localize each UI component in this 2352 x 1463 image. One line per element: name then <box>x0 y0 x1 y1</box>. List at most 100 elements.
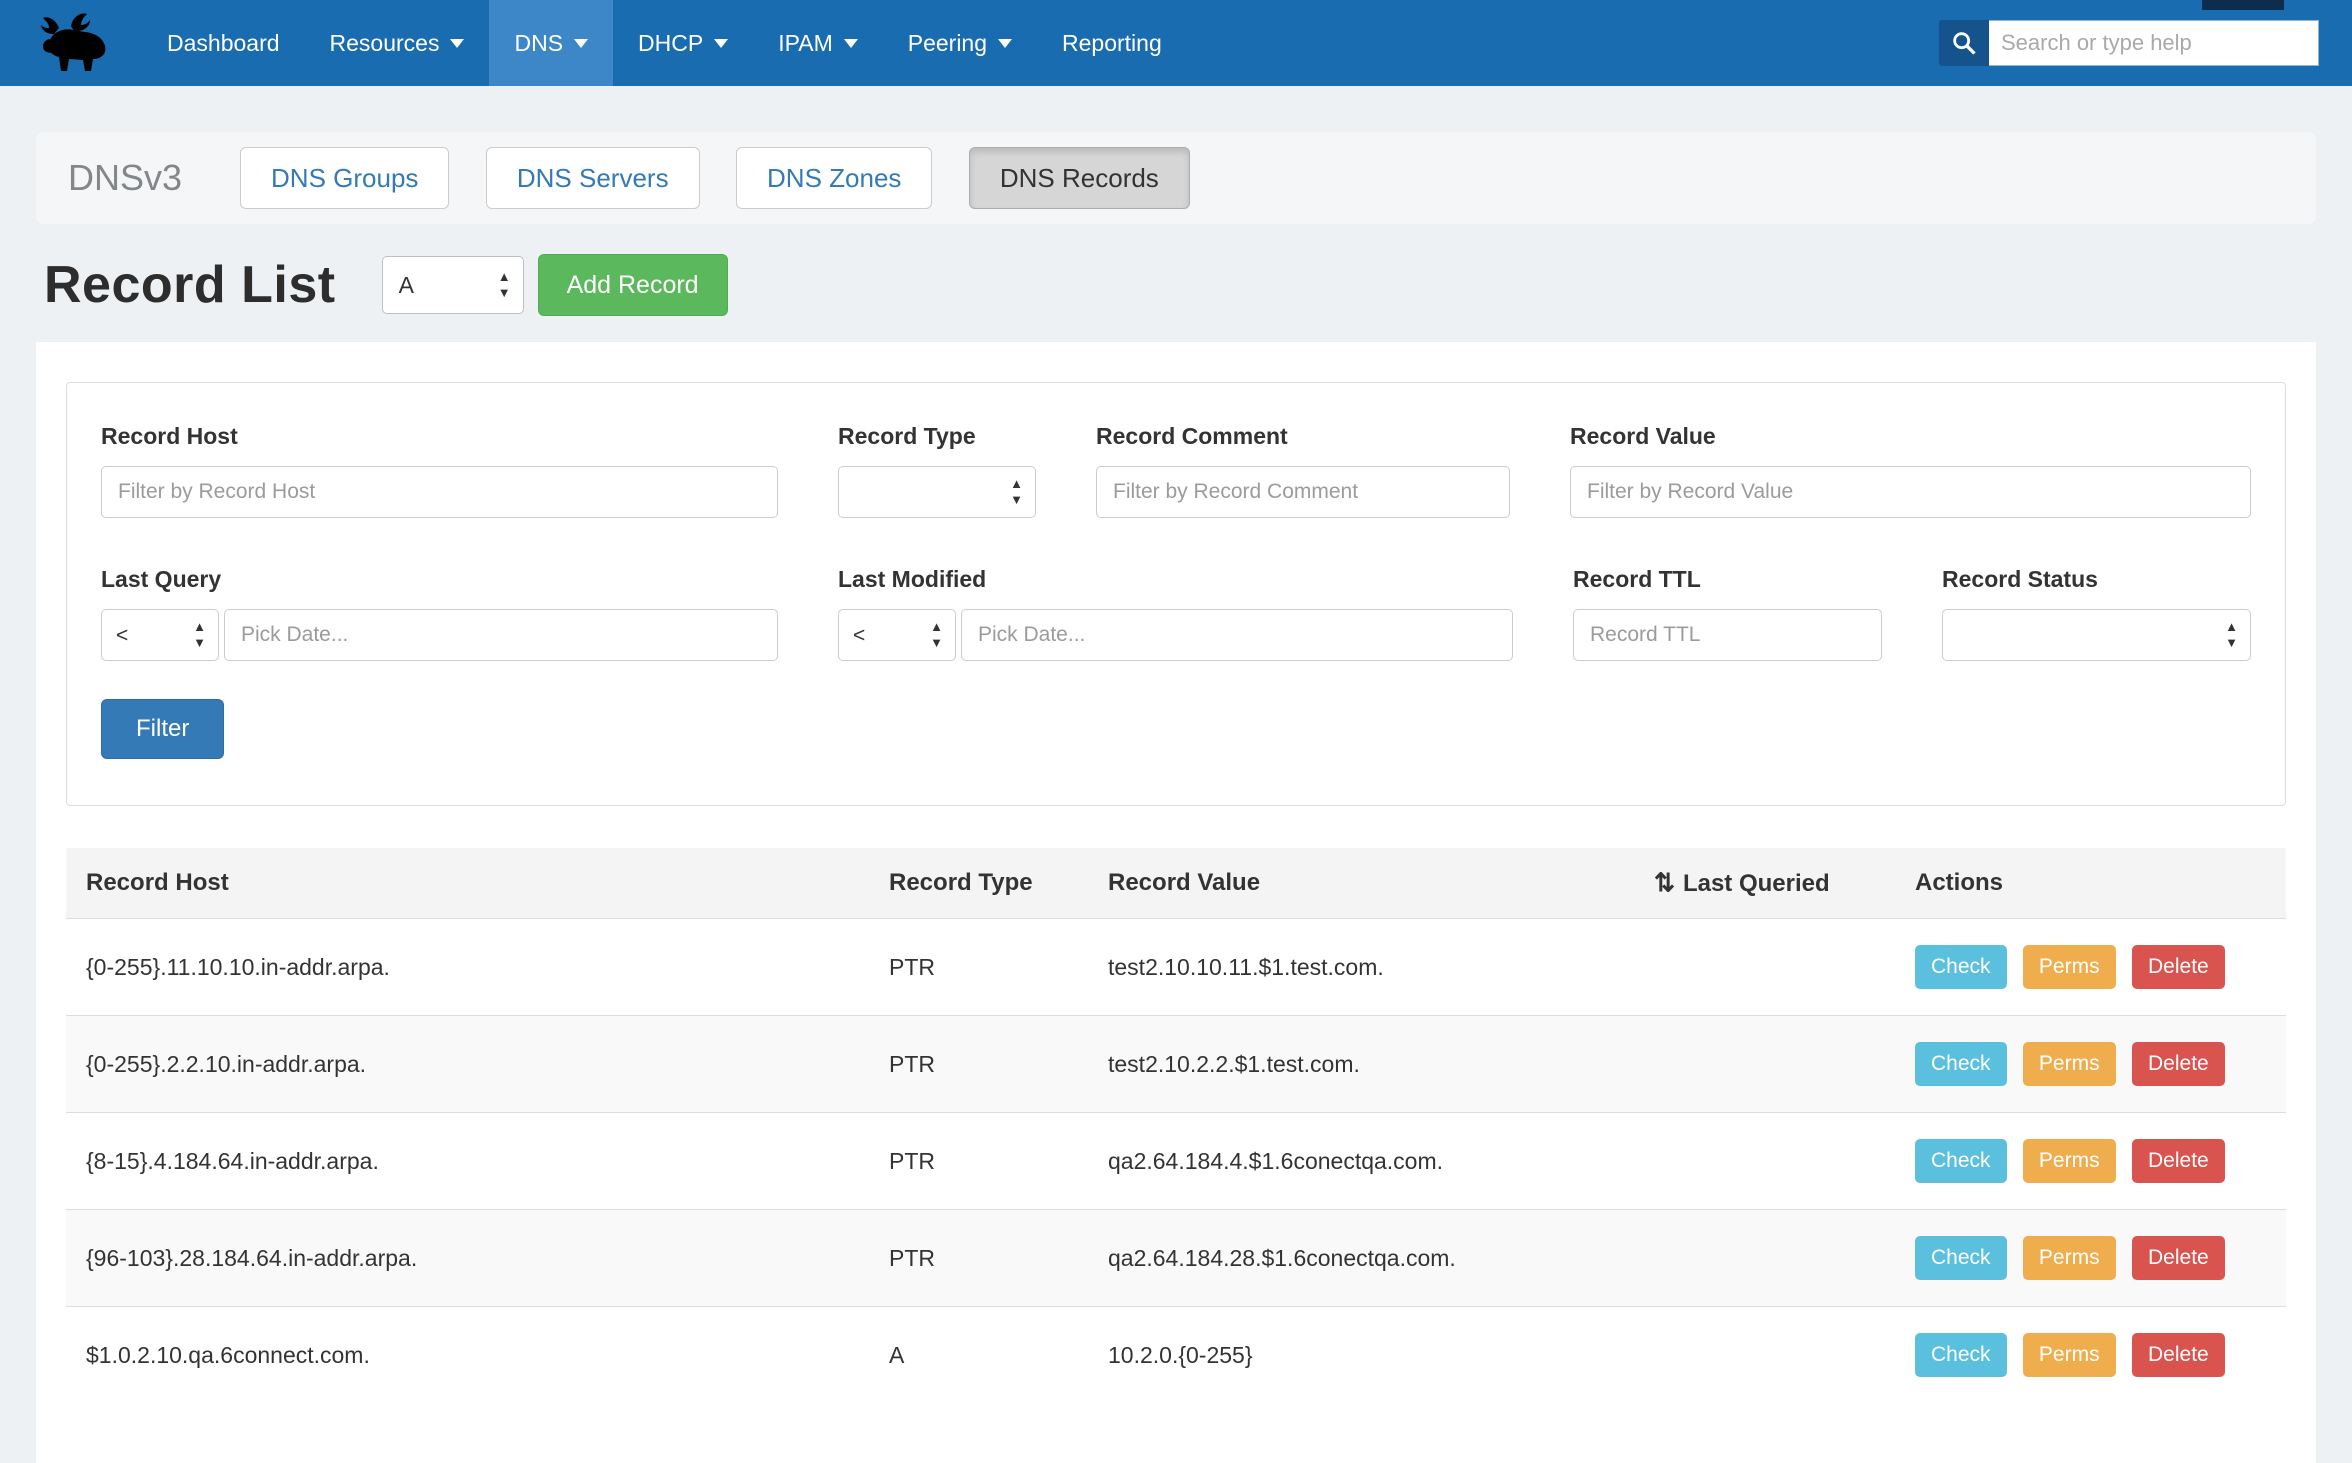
record-status-label: Record Status <box>1942 566 2251 593</box>
caret-down-icon <box>714 39 728 48</box>
tab-dns-zones[interactable]: DNS Zones <box>736 147 932 209</box>
table-header-row: Record Host Record Type Record Value ⇅La… <box>66 848 2286 919</box>
search-icon <box>1950 29 1978 57</box>
perms-button[interactable]: Perms <box>2023 1042 2116 1086</box>
table-row: $1.0.2.10.qa.6connect.com. A 10.2.0.{0-2… <box>66 1307 2286 1404</box>
add-record-button[interactable]: Add Record <box>538 254 728 316</box>
delete-button[interactable]: Delete <box>2132 1236 2225 1280</box>
last-query-op-select[interactable]: < <box>101 609 219 661</box>
dns-tabs: DNS Groups DNS Servers DNS Zones DNS Rec… <box>240 147 1222 209</box>
last-query-op-wrap: < <box>101 609 219 661</box>
record-comment-label: Record Comment <box>1096 423 1510 450</box>
col-last-queried[interactable]: ⇅Last Queried <box>1638 848 1899 919</box>
record-status-wrap <box>1942 609 2251 661</box>
col-record-value: Record Value <box>1092 848 1638 919</box>
sort-icon[interactable]: ⇅ <box>1654 869 1675 897</box>
last-modified-op-wrap: < <box>838 609 956 661</box>
col-record-type: Record Type <box>873 848 1092 919</box>
delete-button[interactable]: Delete <box>2132 1042 2225 1086</box>
record-value-cell: 10.2.0.{0-255} <box>1092 1307 1638 1404</box>
record-host-cell: {8-15}.4.184.64.in-addr.arpa. <box>66 1113 873 1210</box>
moose-logo-icon <box>40 12 112 74</box>
last-modified-date-input[interactable] <box>961 609 1513 661</box>
nav-item-resources[interactable]: Resources <box>305 0 490 86</box>
page-title: Record List <box>44 255 336 315</box>
last-modified-op-select[interactable]: < <box>838 609 956 661</box>
search-area <box>1939 0 2352 86</box>
nav-item-peering[interactable]: Peering <box>883 0 1037 86</box>
record-type-cell: PTR <box>873 1113 1092 1210</box>
record-host-cell: $1.0.2.10.qa.6connect.com. <box>66 1307 873 1404</box>
caret-down-icon <box>574 39 588 48</box>
perms-button[interactable]: Perms <box>2023 945 2116 989</box>
table-row: {0-255}.2.2.10.in-addr.arpa. PTR test2.1… <box>66 1016 2286 1113</box>
record-status-select[interactable] <box>1942 609 2251 661</box>
tab-dns-records[interactable]: DNS Records <box>969 147 1190 209</box>
last-queried-cell <box>1638 919 1899 1016</box>
perms-button[interactable]: Perms <box>2023 1333 2116 1377</box>
record-value-cell: qa2.64.184.28.$1.6conectqa.com. <box>1092 1210 1638 1307</box>
actions-cell: Check Perms Delete <box>1899 1210 2286 1307</box>
perms-button[interactable]: Perms <box>2023 1139 2116 1183</box>
search-button[interactable] <box>1939 20 1989 66</box>
last-queried-cell <box>1638 1210 1899 1307</box>
content-sheet: Record Host Record Type Record Comment R… <box>36 342 2316 1463</box>
app-logo[interactable] <box>0 0 142 86</box>
actions-cell: Check Perms Delete <box>1899 1016 2286 1113</box>
record-value-cell: test2.10.2.2.$1.test.com. <box>1092 1016 1638 1113</box>
record-host-cell: {96-103}.28.184.64.in-addr.arpa. <box>66 1210 873 1307</box>
nav-item-ipam[interactable]: IPAM <box>753 0 883 86</box>
last-queried-cell <box>1638 1113 1899 1210</box>
record-host-label: Record Host <box>101 423 778 450</box>
delete-button[interactable]: Delete <box>2132 1139 2225 1183</box>
last-query-label: Last Query <box>101 566 778 593</box>
check-button[interactable]: Check <box>1915 1042 2007 1086</box>
perms-button[interactable]: Perms <box>2023 1236 2116 1280</box>
nav-item-dashboard[interactable]: Dashboard <box>142 0 305 86</box>
nav-item-dns[interactable]: DNS <box>489 0 613 86</box>
record-host-cell: {0-255}.11.10.10.in-addr.arpa. <box>66 919 873 1016</box>
record-ttl-input[interactable] <box>1573 609 1882 661</box>
filter-button[interactable]: Filter <box>101 699 224 759</box>
dns-subnav: DNSv3 DNS Groups DNS Servers DNS Zones D… <box>36 132 2316 224</box>
check-button[interactable]: Check <box>1915 945 2007 989</box>
subnav-title: DNSv3 <box>68 157 182 199</box>
record-value-cell: qa2.64.184.4.$1.6conectqa.com. <box>1092 1113 1638 1210</box>
nav-item-reporting[interactable]: Reporting <box>1037 0 1187 86</box>
caret-down-icon <box>844 39 858 48</box>
record-type-cell: PTR <box>873 1016 1092 1113</box>
record-value-cell: test2.10.10.11.$1.test.com. <box>1092 919 1638 1016</box>
check-button[interactable]: Check <box>1915 1333 2007 1377</box>
add-record-type-select[interactable]: A <box>382 256 524 314</box>
actions-cell: Check Perms Delete <box>1899 919 2286 1016</box>
nav-items: Dashboard Resources DNS DHCP IPAM Peerin… <box>142 0 1187 86</box>
last-modified-label: Last Modified <box>838 566 1513 593</box>
actions-cell: Check Perms Delete <box>1899 1307 2286 1404</box>
actions-cell: Check Perms Delete <box>1899 1113 2286 1210</box>
top-right-partial-element <box>2202 0 2284 10</box>
record-host-filter-input[interactable] <box>101 466 778 518</box>
record-type-cell: PTR <box>873 919 1092 1016</box>
check-button[interactable]: Check <box>1915 1139 2007 1183</box>
records-table: Record Host Record Type Record Value ⇅La… <box>66 848 2286 1403</box>
tab-dns-servers[interactable]: DNS Servers <box>486 147 700 209</box>
caret-down-icon <box>450 39 464 48</box>
record-value-label: Record Value <box>1570 423 2251 450</box>
record-comment-filter-input[interactable] <box>1096 466 1510 518</box>
record-value-filter-input[interactable] <box>1570 466 2251 518</box>
search-input[interactable] <box>1989 20 2319 66</box>
record-host-cell: {0-255}.2.2.10.in-addr.arpa. <box>66 1016 873 1113</box>
table-row: {0-255}.11.10.10.in-addr.arpa. PTR test2… <box>66 919 2286 1016</box>
last-query-date-input[interactable] <box>224 609 778 661</box>
delete-button[interactable]: Delete <box>2132 1333 2225 1377</box>
record-list-bar: Record List A Add Record <box>36 254 2316 316</box>
col-actions: Actions <box>1899 848 2286 919</box>
check-button[interactable]: Check <box>1915 1236 2007 1280</box>
delete-button[interactable]: Delete <box>2132 945 2225 989</box>
filter-panel: Record Host Record Type Record Comment R… <box>66 382 2286 806</box>
tab-dns-groups[interactable]: DNS Groups <box>240 147 449 209</box>
nav-item-dhcp[interactable]: DHCP <box>613 0 753 86</box>
last-queried-cell <box>1638 1016 1899 1113</box>
caret-down-icon <box>998 39 1012 48</box>
record-type-filter-select[interactable] <box>838 466 1036 518</box>
